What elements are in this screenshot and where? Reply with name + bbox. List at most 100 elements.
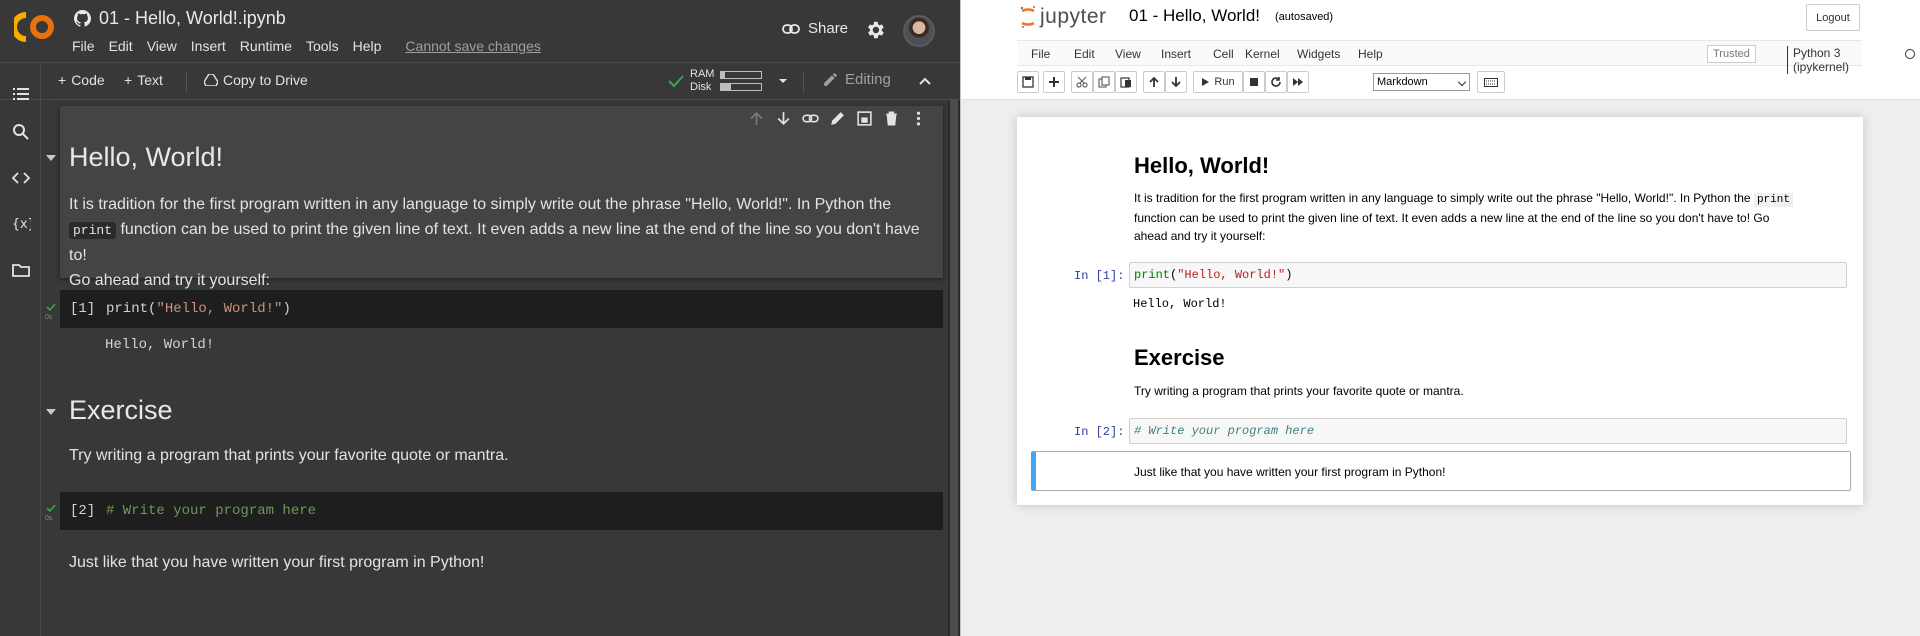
share-button[interactable]: Share [782,20,848,37]
scrollbar-thumb[interactable] [950,100,958,636]
refresh-icon [1271,77,1281,87]
svg-text:{x}: {x} [12,217,31,232]
move-up-button[interactable] [1143,71,1165,93]
intro-text-a: It is tradition for the first program wr… [1134,191,1751,205]
exercise-paragraph: Try writing a program that prints your f… [1134,384,1464,398]
folder-icon[interactable] [11,260,31,280]
collapse-section-icon[interactable] [46,155,56,161]
logout-button[interactable]: Logout [1806,4,1860,31]
heading-hello-world: Hello, World! [69,142,224,172]
code-comment[interactable]: # Write your program here [106,503,316,519]
add-code-button[interactable]: + Code [58,72,105,88]
menu-edit[interactable]: Edit [1074,47,1095,61]
menu-insert[interactable]: Insert [1161,47,1191,61]
ram-bar-fill [721,72,726,78]
exec-count: [2] [70,503,96,519]
interrupt-button[interactable] [1243,71,1265,93]
intro-text-a: It is tradition for the first program wr… [69,196,892,213]
move-up-icon[interactable] [748,110,765,127]
cannot-save-link[interactable]: Cannot save changes [405,38,540,54]
notebook-name[interactable]: 01 - Hello, World! [1129,6,1260,26]
menu-widgets[interactable]: Widgets [1297,47,1340,61]
pencil-icon [824,73,837,86]
move-down-icon[interactable] [775,110,792,127]
closing-paragraph: Just like that you have written your fir… [69,554,485,571]
colab-scrollbar[interactable] [948,100,960,636]
menu-file[interactable]: File [72,38,95,54]
more-vert-icon[interactable] [910,110,927,127]
restart-button[interactable] [1265,71,1287,93]
menu-tools[interactable]: Tools [306,38,339,54]
copy-icon [1098,76,1110,88]
intro-text-c: Go ahead and try it yourself: [69,272,270,289]
run-label: Run [1214,76,1235,88]
code-paren: ) [282,301,291,317]
resource-indicator[interactable]: RAM Disk [668,68,790,94]
kernel-name[interactable]: Python 3 (ipykernel) [1787,46,1862,74]
code-source[interactable]: print("Hello, World!") [106,301,291,317]
code-cell-2-input[interactable]: # Write your program here [1129,418,1847,444]
code-snippets-icon[interactable] [11,168,31,188]
menu-cell[interactable]: Cell [1213,47,1234,61]
mirror-cell-icon[interactable] [856,110,873,127]
table-of-contents-icon[interactable] [11,84,31,104]
gear-icon[interactable] [864,19,886,41]
save-button[interactable] [1017,71,1039,93]
add-text-button[interactable]: + Text [124,72,163,88]
cell-exec-time: 0s [45,515,53,522]
code-fn: print [1134,268,1171,282]
menu-insert[interactable]: Insert [191,38,226,54]
menu-kernel[interactable]: Kernel [1245,47,1280,61]
fast-forward-icon [1293,78,1303,86]
link-icon[interactable] [802,110,819,127]
code-cell-1-input[interactable]: print("Hello, World!") [1129,262,1847,288]
chevron-up-icon[interactable] [918,75,932,87]
move-down-button[interactable] [1165,71,1187,93]
autosave-status: (autosaved) [1275,11,1334,23]
cell-type-select[interactable]: Markdown [1373,73,1470,91]
exercise-paragraph: Try writing a program that prints your f… [69,447,509,464]
cut-button[interactable] [1071,71,1093,93]
add-code-label: Code [71,72,105,88]
cell-toolbar [748,110,927,127]
intro-text-c: ahead and try it yourself: [1134,229,1266,243]
colab-menu-bar: File Edit View Insert Runtime Tools Help… [72,38,541,54]
command-palette-button[interactable] [1477,71,1505,93]
jupyter-logo[interactable]: jupyter [1019,4,1107,30]
insert-cell-button[interactable] [1043,71,1065,93]
user-avatar[interactable] [903,15,935,47]
copy-to-drive-button[interactable]: Copy to Drive [204,72,308,88]
menu-view[interactable]: View [1115,47,1141,61]
paste-button[interactable] [1115,71,1137,93]
menu-view[interactable]: View [147,38,177,54]
menu-runtime[interactable]: Runtime [240,38,292,54]
menu-help[interactable]: Help [1358,47,1383,61]
plus-icon: + [124,72,133,88]
notebook-title[interactable]: 01 - Hello, World!.ipynb [99,8,286,29]
play-icon [1202,78,1210,86]
menu-edit[interactable]: Edit [109,38,133,54]
menu-help[interactable]: Help [353,38,382,54]
colab-logo-icon[interactable] [14,11,54,43]
caret-down-icon[interactable] [776,76,790,86]
edit-pencil-icon[interactable] [829,110,846,127]
editing-mode-button[interactable]: Editing [822,71,891,88]
colab-sidebar: {x} [0,62,41,636]
colab-toolbar: + Code + Text Copy to Drive RAM Disk Editi… [0,62,960,100]
search-icon[interactable] [11,122,31,142]
trash-icon[interactable] [883,110,900,127]
copy-button[interactable] [1093,71,1115,93]
variables-icon[interactable]: {x} [11,213,31,233]
code-cell-1[interactable]: [1] print("Hello, World!") [60,290,943,328]
restart-run-all-button[interactable] [1287,71,1309,93]
jupyter-logo-text: jupyter [1040,5,1107,28]
code-cell-2[interactable]: [2] # Write your program here [60,492,943,530]
menu-file[interactable]: File [1031,47,1050,61]
link-icon [782,23,800,34]
collapse-section-icon[interactable] [46,409,56,415]
run-button[interactable]: Run [1193,71,1243,93]
trusted-indicator[interactable]: Trusted [1707,45,1756,63]
resource-bars [720,71,763,91]
code-string: "Hello, World!" [156,301,283,317]
exec-count: [1] [70,301,96,317]
